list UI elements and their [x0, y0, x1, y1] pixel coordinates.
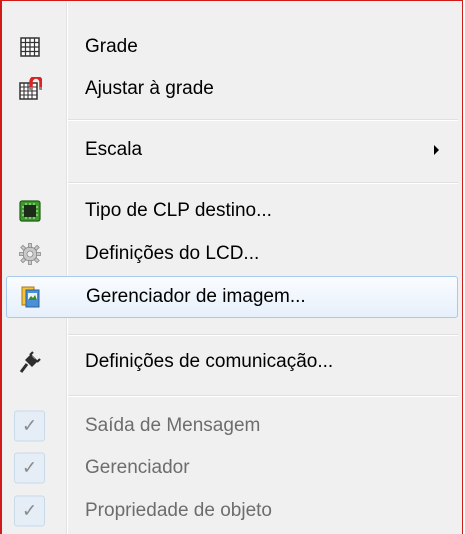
menu-item-label: Gerenciador de imagem...: [86, 286, 306, 307]
menu-item-escala[interactable]: Escala: [4, 129, 459, 171]
menu-item-propriedade-objeto[interactable]: ✓ Propriedade de objeto: [4, 490, 459, 532]
menu-item-label: Escala: [85, 139, 143, 160]
checkmark-icon: ✓: [14, 495, 45, 527]
menu-item-label: Grade: [85, 36, 138, 57]
menu-separator: [68, 182, 458, 184]
plc-chip-icon: [18, 199, 42, 223]
menu-item-label: Propriedade de objeto: [85, 500, 272, 521]
grid-icon: [18, 35, 42, 59]
gear-icon: [18, 242, 42, 266]
menu-item-tipo-clp[interactable]: Tipo de CLP destino...: [4, 190, 459, 232]
snap-to-grid-icon: [18, 75, 43, 101]
menu-separator: [68, 395, 458, 397]
menu-item-label: Tipo de CLP destino...: [85, 200, 272, 221]
menu-item-ajustar-grade[interactable]: Ajustar à grade: [4, 68, 459, 110]
menu-item-definicoes-comunicacao[interactable]: Definições de comunicação...: [4, 341, 459, 383]
context-menu: Grade Ajustar à grade Escala Tipo de CLP…: [0, 0, 463, 534]
checkmark-icon: ✓: [14, 410, 45, 442]
menu-item-label: Definições do LCD...: [85, 243, 260, 264]
submenu-arrow-icon: [434, 145, 439, 155]
menu-item-label: Saída de Mensagem: [85, 415, 261, 436]
menu-item-label: Gerenciador: [85, 457, 190, 478]
plug-icon: [18, 350, 42, 374]
menu-separator: [68, 119, 458, 121]
checkmark-icon: ✓: [14, 452, 45, 484]
menu-item-label: Ajustar à grade: [85, 78, 214, 99]
menu-item-definicoes-lcd[interactable]: Definições do LCD...: [4, 233, 459, 275]
image-manager-icon: [19, 285, 43, 309]
menu-item-gerenciador[interactable]: ✓ Gerenciador: [4, 447, 459, 489]
menu-item-gerenciador-imagem[interactable]: Gerenciador de imagem...: [6, 276, 458, 318]
menu-item-label: Definições de comunicação...: [85, 351, 334, 372]
menu-item-grade[interactable]: Grade: [4, 26, 459, 68]
menu-item-saida-mensagem[interactable]: ✓ Saída de Mensagem: [4, 405, 459, 447]
menu-separator: [68, 334, 458, 336]
